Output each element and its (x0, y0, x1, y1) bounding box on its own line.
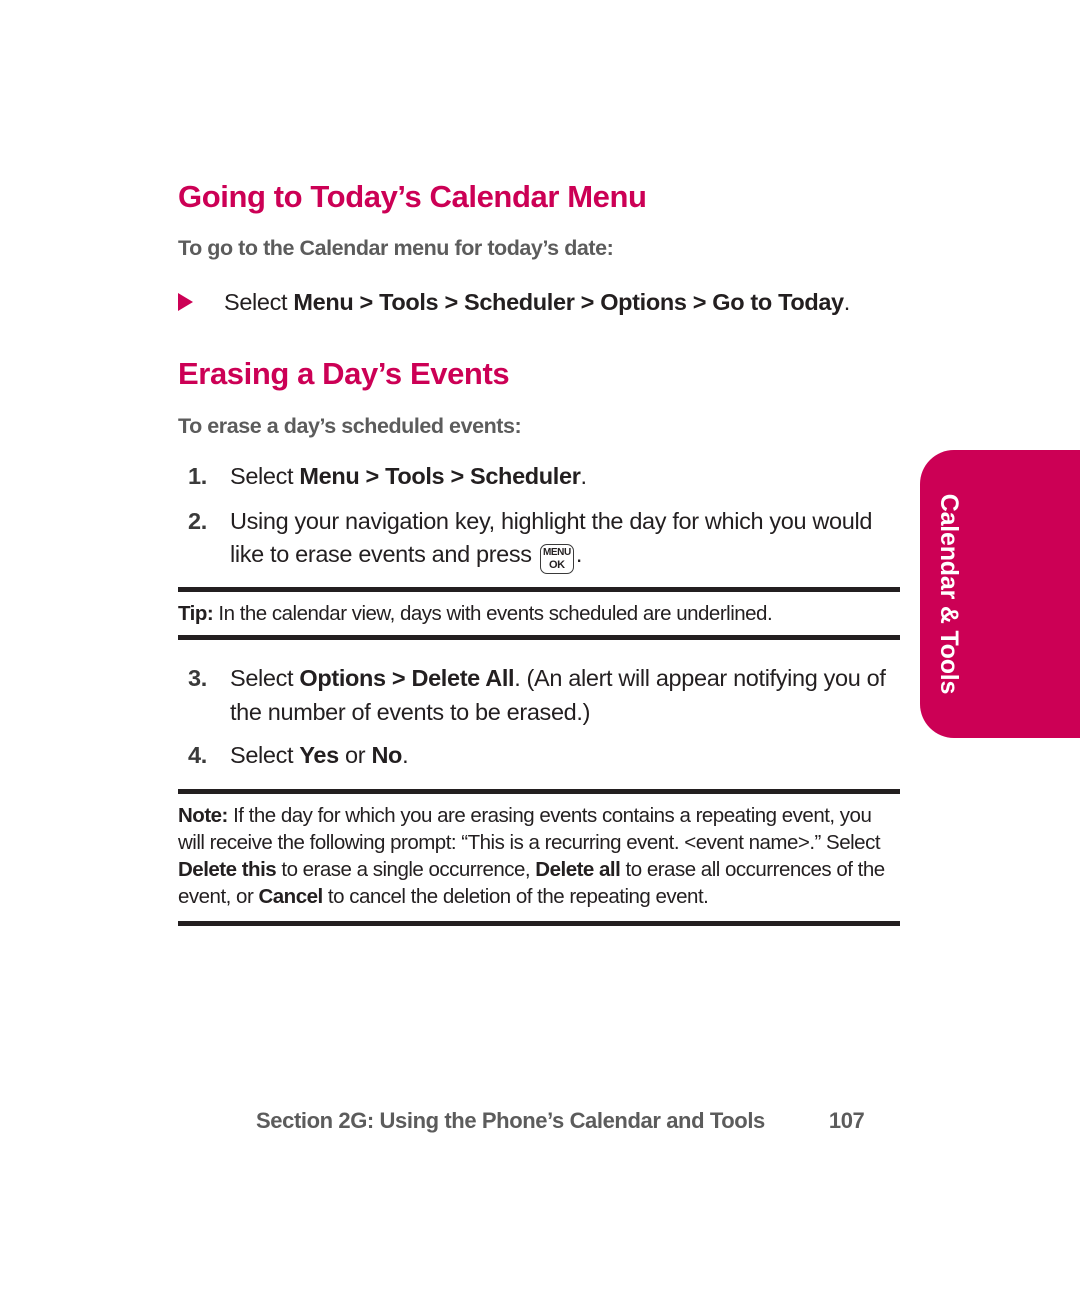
bullet-instruction-go-to-today: Select Menu > Tools > Scheduler > Option… (178, 287, 900, 319)
step-4-bold-yes: Yes (299, 742, 339, 769)
step-1-bold-menu: Menu (299, 462, 360, 489)
tip-callout-text: Tip: In the calendar view, days with eve… (178, 592, 900, 635)
step-1-bold-tools: Tools (385, 462, 445, 489)
footer-page-number: 107 (828, 1108, 865, 1133)
menu-ok-key-line2: OK (549, 559, 565, 572)
step-3-text: Select Options > Delete All. (An alert w… (230, 662, 900, 729)
step-1-prefix: Select (230, 462, 300, 489)
bullet-bold-menu: Menu (293, 288, 354, 315)
step-3-number: 3. (188, 665, 207, 692)
note-part-2: to erase a single occurrence, (276, 858, 536, 882)
step-1-suffix: . (580, 462, 588, 489)
step-4-number: 4. (188, 742, 207, 769)
step-3-prefix: Select (230, 665, 300, 692)
bullet-bold-scheduler: Scheduler (464, 288, 575, 315)
menu-ok-key-line1: MENU (542, 547, 571, 559)
step-1-sep-1: > (359, 462, 386, 489)
triangle-right-icon (178, 287, 224, 311)
step-2-text-after-key: . (575, 541, 583, 568)
bullet-instruction-text: Select Menu > Tools > Scheduler > Option… (224, 287, 900, 319)
tip-rule-bottom (178, 635, 900, 641)
note-callout-text: Note: If the day for which you are erasi… (178, 794, 900, 921)
note-part-4: to cancel the deletion of the repeating … (322, 885, 709, 909)
step-4: 4. Select Yes or No. (178, 739, 900, 772)
step-4-text: Select Yes or No. (230, 739, 900, 772)
bullet-prefix: Select (224, 288, 294, 315)
heading-erasing-a-days-events: Erasing a Day’s Events (178, 355, 510, 391)
step-4-sep-1: or (338, 742, 372, 769)
step-1-text: Select Menu > Tools > Scheduler. (230, 460, 900, 493)
note-part-1: If the day for which you are erasing eve… (178, 803, 881, 854)
step-2-text: Using your navigation key, highlight the… (230, 505, 900, 575)
step-3-bold-delete-all: Delete All (411, 665, 515, 692)
bullet-suffix: . (843, 288, 851, 315)
tip-body: In the calendar view, days with events s… (213, 602, 773, 626)
bullet-sep-1: > (353, 288, 380, 315)
bullet-bold-go-to-today: Go to Today (712, 288, 844, 315)
note-bold-cancel: Cancel (258, 885, 323, 909)
section-tab-label: Calendar & Tools (935, 493, 964, 695)
bullet-sep-3: > (574, 288, 601, 315)
bullet-sep-2: > (438, 288, 465, 315)
heading-going-to-todays-calendar-menu: Going to Today’s Calendar Menu (178, 179, 647, 214)
note-bold-delete-all: Delete all (535, 858, 621, 882)
note-rule-bottom (178, 920, 900, 926)
menu-ok-key-icon: MENU OK (539, 544, 574, 575)
note-bold-delete-this: Delete this (178, 858, 277, 882)
page-content: Going to Today’s Calendar Menu To go to … (178, 179, 900, 926)
bullet-bold-tools: Tools (379, 288, 439, 315)
note-callout: Note: If the day for which you are erasi… (178, 788, 900, 926)
tip-label: Tip: (178, 602, 214, 626)
bullet-sep-4: > (686, 288, 713, 315)
subheading-go-to-calendar-menu: To go to the Calendar menu for today’s d… (178, 236, 614, 261)
step-4-suffix: . (402, 742, 409, 769)
note-label: Note: (178, 803, 228, 827)
step-3-sep-1: > (385, 665, 412, 692)
step-4-bold-no: No (371, 742, 403, 769)
page-footer: Section 2G: Using the Phone’s Calendar a… (256, 1108, 956, 1134)
step-3-bold-options: Options (299, 665, 386, 692)
step-1-number: 1. (188, 462, 207, 489)
bullet-bold-options: Options (600, 288, 687, 315)
step-3: 3. Select Options > Delete All. (An aler… (178, 662, 900, 729)
subheading-erase-scheduled-events: To erase a day’s scheduled events: (178, 413, 522, 438)
step-2: 2. Using your navigation key, highlight … (178, 505, 900, 575)
step-4-prefix: Select (230, 742, 300, 769)
step-2-number: 2. (188, 507, 207, 534)
manual-page: Calendar & Tools Going to Today’s Calend… (0, 0, 1080, 1296)
tip-callout: Tip: In the calendar view, days with eve… (178, 587, 900, 641)
step-1-sep-2: > (444, 462, 471, 489)
footer-section-title: Section 2G: Using the Phone’s Calendar a… (256, 1108, 765, 1133)
section-tab-calendar-and-tools: Calendar & Tools (920, 450, 1080, 738)
step-1-bold-scheduler: Scheduler (470, 462, 581, 489)
step-1: 1. Select Menu > Tools > Scheduler. (178, 460, 900, 493)
